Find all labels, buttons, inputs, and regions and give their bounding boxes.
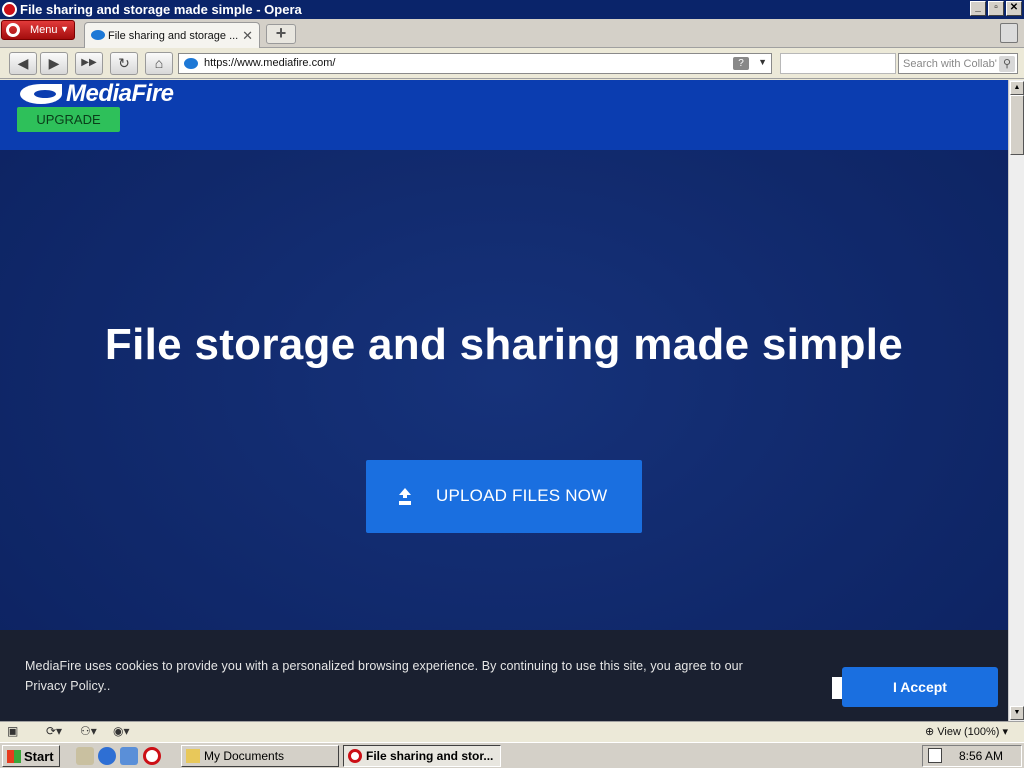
- window-title-bar: File sharing and storage made simple - O…: [0, 0, 1024, 19]
- mediafire-logo[interactable]: MediaFire: [20, 80, 174, 107]
- zoom-icon: ⊕: [924, 726, 938, 738]
- fast-forward-button[interactable]: ▶▶: [75, 52, 103, 75]
- network-icon[interactable]: [120, 747, 138, 765]
- start-label: Start: [24, 749, 54, 764]
- page-viewport: MediaFire UPGRADE File storage and shari…: [0, 80, 1008, 721]
- opera-icon: [6, 23, 20, 37]
- tray-app-icon[interactable]: [928, 748, 942, 763]
- close-tab-icon[interactable]: ✕: [242, 28, 253, 44]
- tab-label: File sharing and storage ...: [108, 30, 239, 42]
- upload-label: UPLOAD FILES NOW: [436, 486, 608, 505]
- window-title: File sharing and storage made simple - O…: [20, 2, 302, 17]
- site-favicon-icon: [184, 58, 198, 69]
- address-bar[interactable]: https://www.mediafire.com/ ? ▼: [178, 53, 772, 74]
- tab-mediafire[interactable]: File sharing and storage ... ✕: [84, 22, 260, 48]
- cookie-message: MediaFire uses cookies to provide you wi…: [25, 659, 743, 693]
- upload-icon: [398, 488, 412, 504]
- mediafire-flame-icon: [20, 84, 62, 104]
- back-button[interactable]: ◀: [9, 52, 37, 75]
- address-dropdown-icon[interactable]: ▼: [758, 57, 767, 67]
- task-label: File sharing and stor...: [366, 749, 494, 763]
- opera-menu-button[interactable]: Menu ▼: [1, 20, 75, 40]
- scroll-up-arrow-icon[interactable]: ▲: [1010, 81, 1024, 95]
- opera-logo-icon: [2, 2, 17, 17]
- chevron-down-icon: ▼: [60, 24, 69, 34]
- hero-title: File storage and sharing made simple: [104, 320, 904, 369]
- internet-explorer-icon[interactable]: [98, 747, 116, 765]
- windows-taskbar: Start My Documents File sharing and stor…: [0, 742, 1024, 768]
- panel-toggle-icon[interactable]: ▣: [7, 724, 18, 740]
- search-placeholder: Search with Collab': [903, 58, 997, 70]
- sync-icon[interactable]: ⟳▾: [46, 724, 62, 740]
- menu-label: Menu: [30, 24, 58, 36]
- scroll-thumb[interactable]: [1010, 95, 1024, 155]
- task-label: My Documents: [204, 749, 285, 763]
- zoom-level[interactable]: ⊕ View (100%) ▾: [925, 725, 1008, 738]
- start-button[interactable]: Start: [2, 745, 60, 767]
- scroll-down-arrow-icon[interactable]: ▼: [1010, 706, 1024, 720]
- zoom-text: View (100%): [937, 726, 1000, 738]
- address-url[interactable]: https://www.mediafire.com/: [204, 57, 335, 69]
- tab-bar: Menu ▼ File sharing and storage ... ✕ +: [0, 19, 1024, 48]
- mediafire-favicon-icon: [91, 30, 105, 40]
- trash-icon[interactable]: [1000, 23, 1018, 43]
- status-bar: ▣ ⟳▾ ⚇▾ ◉▾ ⊕ View (100%) ▾: [0, 721, 1024, 742]
- window-controls: _ ▫ ✕: [970, 1, 1022, 16]
- accept-cookies-button[interactable]: I Accept: [842, 667, 998, 707]
- new-tab-button[interactable]: +: [266, 24, 296, 44]
- system-tray: 8:56 AM: [922, 745, 1022, 767]
- minimize-button[interactable]: _: [970, 1, 986, 16]
- upgrade-button[interactable]: UPGRADE: [17, 107, 120, 132]
- toolbar-blank-area: [780, 53, 896, 74]
- upload-files-button[interactable]: UPLOAD FILES NOW: [366, 460, 642, 533]
- forward-button[interactable]: ▶: [40, 52, 68, 75]
- home-button[interactable]: ⌂: [145, 52, 173, 75]
- site-header: MediaFire UPGRADE: [0, 80, 1008, 150]
- logo-text: MediaFire: [66, 80, 174, 107]
- site-info-icon[interactable]: ?: [733, 57, 749, 70]
- unite-icon[interactable]: ⚇▾: [80, 724, 97, 740]
- clock[interactable]: 8:56 AM: [959, 749, 1003, 763]
- opera-quicklaunch-icon[interactable]: [143, 747, 161, 765]
- reload-button[interactable]: ↻: [110, 52, 138, 75]
- close-window-button[interactable]: ✕: [1006, 1, 1022, 16]
- taskbar-my-documents[interactable]: My Documents: [181, 745, 339, 767]
- turbo-icon[interactable]: ◉▾: [113, 724, 130, 740]
- cookie-banner: MediaFire uses cookies to provide you wi…: [0, 630, 1008, 721]
- show-desktop-icon[interactable]: [76, 747, 94, 765]
- search-icon[interactable]: ⚲: [999, 56, 1015, 72]
- navigation-bar: ◀ ▶ ▶▶ ↻ ⌂ https://www.mediafire.com/ ? …: [0, 49, 1024, 79]
- windows-flag-icon: [7, 750, 21, 763]
- taskbar-opera-window[interactable]: File sharing and stor...: [343, 745, 501, 767]
- maximize-button[interactable]: ▫: [988, 1, 1004, 16]
- opera-task-icon: [348, 749, 362, 763]
- search-field[interactable]: Search with Collab' ⚲: [898, 53, 1018, 74]
- folder-icon: [186, 749, 200, 763]
- vertical-scrollbar[interactable]: ▲ ▼: [1008, 80, 1024, 721]
